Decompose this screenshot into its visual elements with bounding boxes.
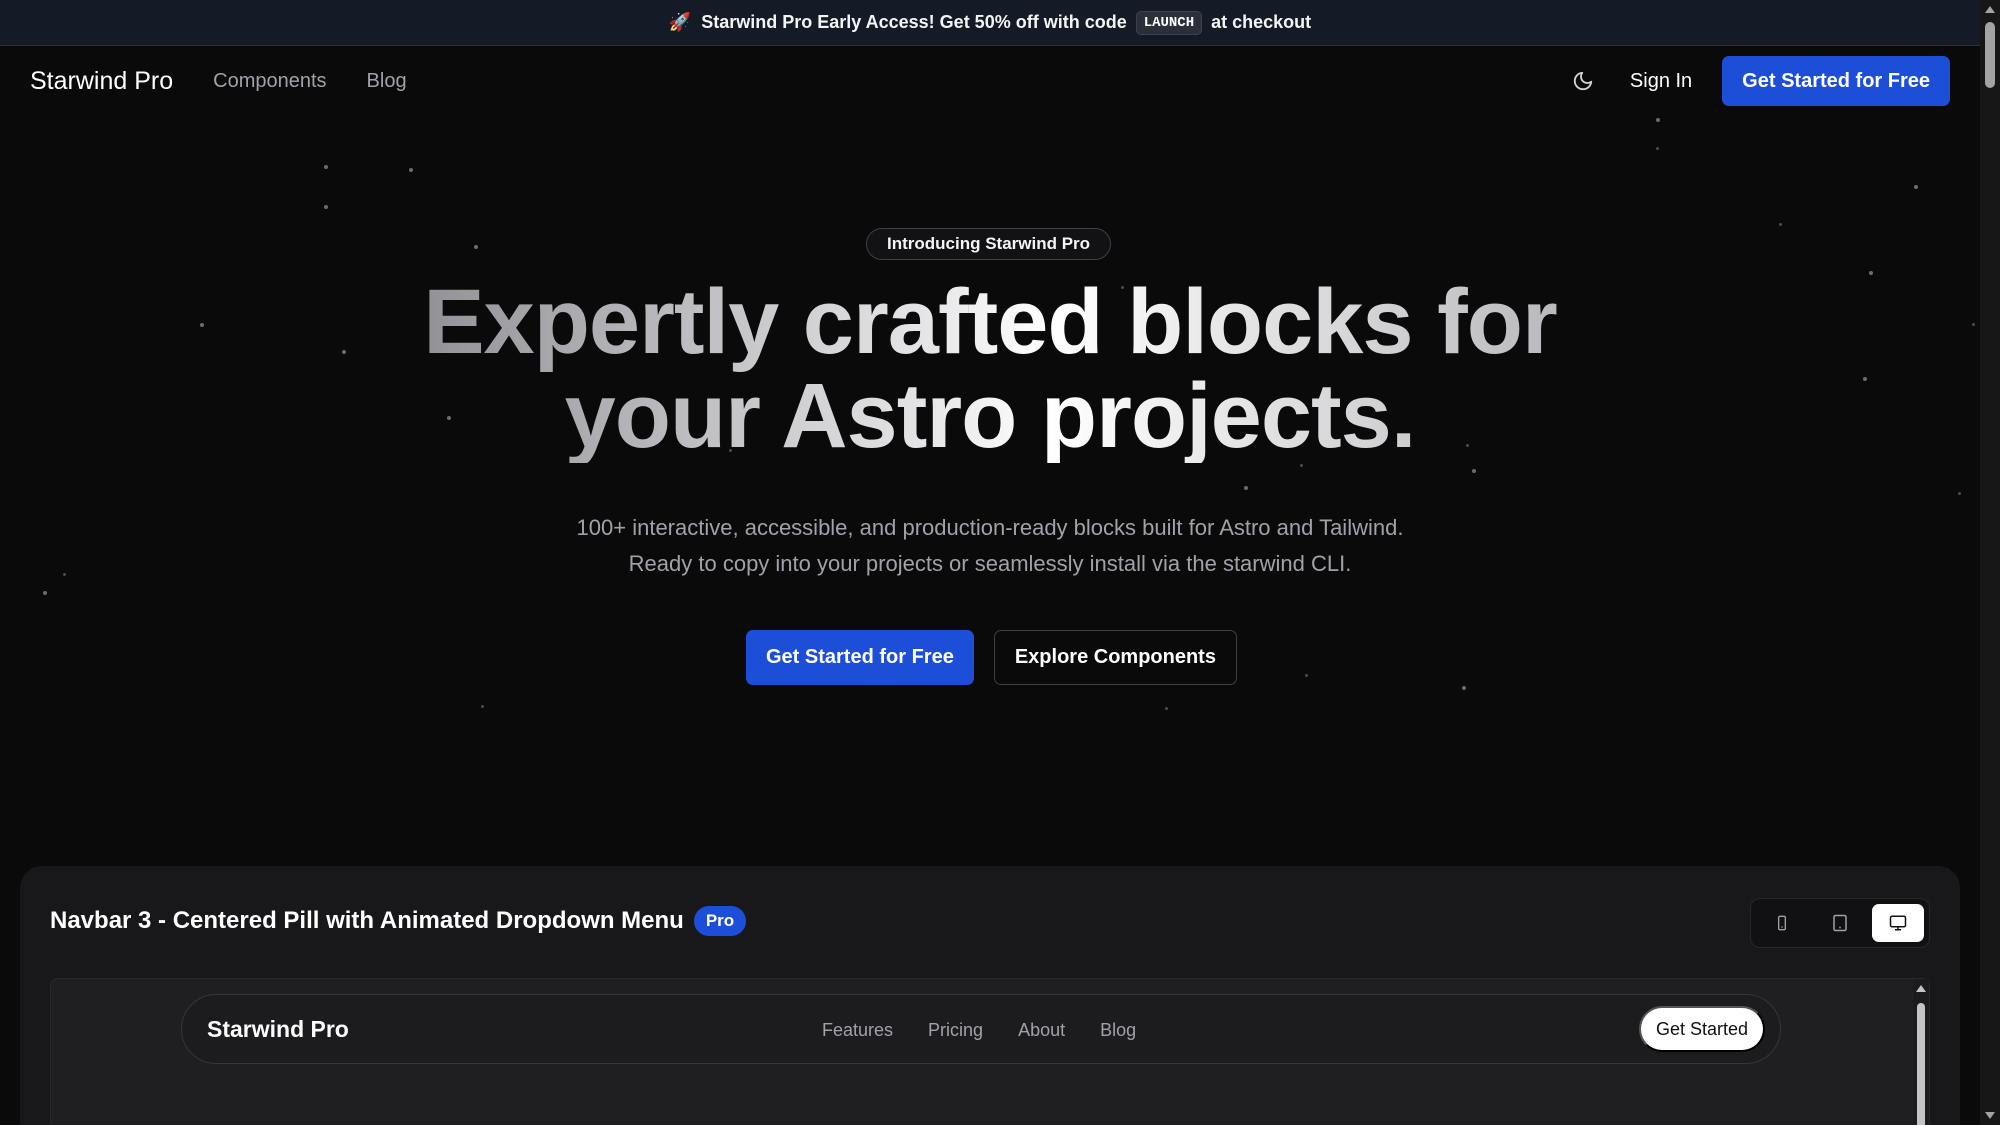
star — [63, 573, 66, 576]
preview-scroll-thumb[interactable] — [1917, 1003, 1925, 1125]
star — [324, 205, 328, 209]
star — [1656, 147, 1659, 150]
hero-subtitle-line2: Ready to copy into your projects or seam… — [628, 551, 1352, 576]
preview-nav-pricing[interactable]: Pricing — [928, 1020, 983, 1041]
tablet-view-button[interactable] — [1814, 904, 1866, 942]
nav-components[interactable]: Components — [213, 70, 326, 93]
mobile-view-button[interactable] — [1756, 904, 1808, 942]
preview-nav-links: Features Pricing About Blog — [822, 995, 1136, 1065]
star — [1472, 469, 1476, 473]
hero-title-line1: Expertly crafted blocks for — [423, 271, 1557, 373]
preview-scrollbar[interactable] — [1913, 979, 1929, 1125]
preview-nav-features[interactable]: Features — [822, 1020, 893, 1041]
star — [200, 323, 204, 327]
hero-title: Expertly crafted blocks for your Astro p… — [380, 275, 1600, 463]
star — [1914, 185, 1918, 189]
moon-icon — [1573, 71, 1593, 91]
page-scrollbar[interactable] — [1980, 0, 2000, 1125]
preview-nav-about[interactable]: About — [1018, 1020, 1065, 1041]
hero-cta-group: Get Started for Free Explore Components — [746, 630, 1237, 685]
star — [1779, 223, 1782, 226]
component-showcase-card: Navbar 3 - Centered Pill with Animated D… — [20, 866, 1960, 1125]
star — [409, 168, 413, 172]
header-get-started-button[interactable]: Get Started for Free — [1722, 56, 1950, 106]
preview-pill-navbar: Starwind Pro Features Pricing About Blog… — [181, 994, 1781, 1064]
star — [1958, 492, 1961, 495]
star — [342, 350, 346, 354]
brand-logo[interactable]: Starwind Pro — [30, 67, 173, 96]
star — [1656, 118, 1660, 122]
page-scroll-up-arrow-icon[interactable] — [1985, 6, 1995, 13]
hero-subtitle-line1: 100+ interactive, accessible, and produc… — [576, 515, 1404, 540]
promo-code: LAUNCH — [1135, 10, 1203, 35]
site-header: Starwind Pro Components Blog Sign In Get… — [0, 46, 1980, 116]
page-scroll-thumb[interactable] — [1985, 22, 1995, 88]
nav-blog[interactable]: Blog — [367, 70, 407, 93]
announcement-suffix: at checkout — [1211, 12, 1312, 32]
star — [1165, 707, 1168, 710]
pro-badge: Pro — [693, 906, 747, 936]
rocket-icon: 🚀 — [668, 12, 692, 32]
star — [474, 245, 478, 249]
desktop-view-button[interactable] — [1872, 904, 1924, 942]
preview-brand[interactable]: Starwind Pro — [207, 1016, 349, 1043]
star — [1863, 377, 1867, 381]
scroll-up-arrow-icon[interactable] — [1916, 985, 1926, 992]
theme-toggle-button[interactable] — [1566, 64, 1600, 98]
hero-get-started-button[interactable]: Get Started for Free — [746, 630, 974, 685]
star — [324, 165, 328, 169]
hero-title-line2: your Astro projects. — [564, 365, 1416, 467]
preview-get-started-button[interactable]: Get Started — [1638, 1006, 1765, 1052]
announcement-bar: 🚀 Starwind Pro Early Access! Get 50% off… — [0, 0, 1980, 46]
desktop-icon — [1889, 915, 1907, 931]
hero-badge[interactable]: Introducing Starwind Pro — [866, 228, 1112, 260]
star — [1244, 486, 1248, 490]
mobile-icon — [1778, 915, 1786, 931]
hero-subtitle: 100+ interactive, accessible, and produc… — [480, 510, 1500, 582]
page-scroll-down-arrow-icon[interactable] — [1985, 1112, 1995, 1119]
star — [1462, 686, 1466, 690]
preview-nav-blog[interactable]: Blog — [1100, 1020, 1136, 1041]
star — [43, 591, 47, 595]
showcase-title: Navbar 3 - Centered Pill with Animated D… — [50, 907, 684, 934]
star — [1305, 674, 1308, 677]
component-preview-frame: Starwind Pro Features Pricing About Blog… — [50, 978, 1930, 1125]
announcement-text: Starwind Pro Early Access! Get 50% off w… — [701, 12, 1127, 32]
star — [481, 705, 484, 708]
star — [1869, 271, 1873, 275]
device-toggle — [1750, 898, 1930, 948]
sign-in-link[interactable]: Sign In — [1630, 70, 1692, 93]
showcase-header: Navbar 3 - Centered Pill with Animated D… — [50, 906, 747, 936]
star — [1972, 323, 1975, 326]
tablet-icon — [1833, 914, 1847, 932]
explore-components-button[interactable]: Explore Components — [993, 630, 1237, 685]
